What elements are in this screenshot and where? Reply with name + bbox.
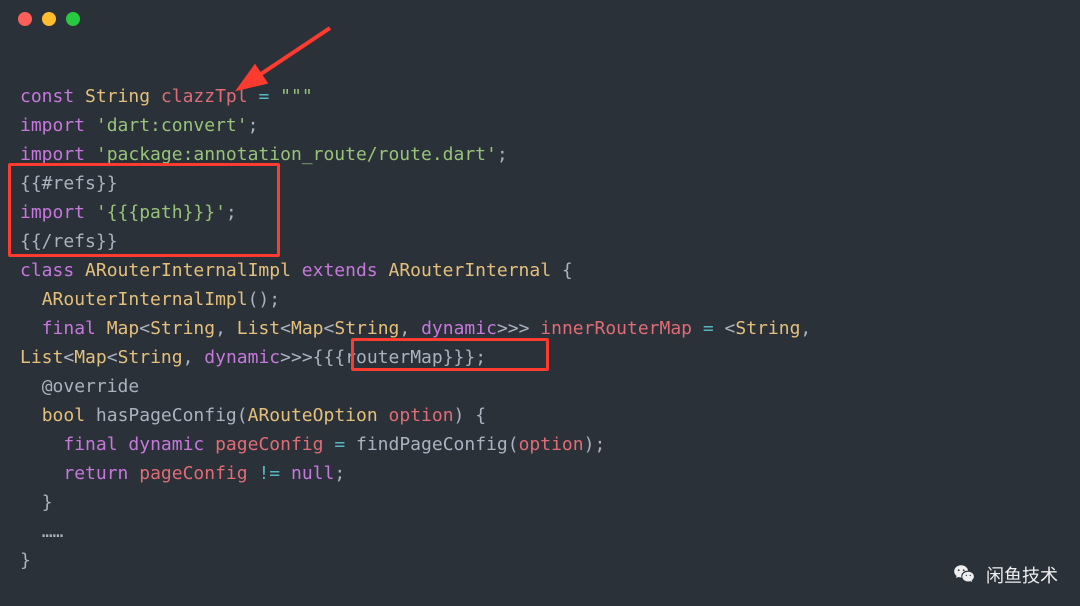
type: List <box>20 347 63 368</box>
template-tag: {{#refs}} <box>20 173 118 194</box>
minimize-icon[interactable] <box>42 12 56 26</box>
punct: ; <box>475 347 486 368</box>
punct: >>> <box>280 347 313 368</box>
punct: ( <box>508 434 519 455</box>
type: Map <box>291 318 324 339</box>
punct: < <box>139 318 150 339</box>
arg: option <box>519 434 584 455</box>
keyword: return <box>63 463 128 484</box>
wechat-icon <box>952 562 978 588</box>
punct: < <box>280 318 291 339</box>
template-tag: {{/refs}} <box>20 231 118 252</box>
keyword: null <box>291 463 334 484</box>
type: String <box>85 86 150 107</box>
keyword: import <box>20 115 85 136</box>
type: Map <box>107 318 140 339</box>
template-expr: {{{routerMap}}} <box>313 347 476 368</box>
punct: < <box>324 318 335 339</box>
type: String <box>735 318 800 339</box>
type: String <box>334 318 399 339</box>
keyword: import <box>20 144 85 165</box>
punct: ( <box>237 405 248 426</box>
brace: { <box>475 405 486 426</box>
type: String <box>118 347 183 368</box>
string: 'dart:convert' <box>96 115 248 136</box>
brace: } <box>42 492 53 513</box>
keyword: dynamic <box>204 347 280 368</box>
punct: ; <box>226 202 237 223</box>
window-controls <box>18 12 80 26</box>
annotation: @override <box>42 376 140 397</box>
constructor: ARouterInternalImpl <box>42 289 248 310</box>
type: ARouteOption <box>248 405 378 426</box>
type: Map <box>74 347 107 368</box>
operator: = <box>703 318 714 339</box>
punct: , <box>399 318 410 339</box>
code-editor[interactable]: const String clazzTpl = """ import 'dart… <box>20 82 1060 575</box>
punct: (); <box>248 289 281 310</box>
punct: ; <box>594 434 605 455</box>
type: ARouterInternalImpl <box>85 260 291 281</box>
string: 'package:annotation_route/route.dart' <box>96 144 497 165</box>
type: List <box>237 318 280 339</box>
watermark: 闲鱼技术 <box>952 562 1058 588</box>
punct: ; <box>497 144 508 165</box>
brace: { <box>562 260 573 281</box>
brace: } <box>20 550 31 571</box>
punct: < <box>725 318 736 339</box>
punct: , <box>183 347 194 368</box>
keyword: import <box>20 202 85 223</box>
type: ARouterInternal <box>388 260 551 281</box>
variable: clazzTpl <box>161 86 248 107</box>
string: """ <box>280 86 313 107</box>
maximize-icon[interactable] <box>66 12 80 26</box>
param: option <box>389 405 454 426</box>
close-icon[interactable] <box>18 12 32 26</box>
keyword: final <box>42 318 96 339</box>
variable: pageConfig <box>139 463 247 484</box>
punct: < <box>63 347 74 368</box>
type: bool <box>42 405 85 426</box>
variable: innerRouterMap <box>540 318 692 339</box>
variable: pageConfig <box>215 434 323 455</box>
keyword: const <box>20 86 74 107</box>
keyword: dynamic <box>421 318 497 339</box>
function: findPageConfig <box>356 434 508 455</box>
watermark-text: 闲鱼技术 <box>986 562 1058 588</box>
operator: = <box>334 434 345 455</box>
punct: , <box>800 318 811 339</box>
punct: < <box>107 347 118 368</box>
punct: ; <box>334 463 345 484</box>
keyword: class <box>20 260 74 281</box>
keyword: extends <box>302 260 378 281</box>
punct: ; <box>248 115 259 136</box>
keyword: final <box>63 434 117 455</box>
operator: = <box>258 86 269 107</box>
punct: ) <box>584 434 595 455</box>
keyword: dynamic <box>128 434 204 455</box>
function: hasPageConfig <box>96 405 237 426</box>
punct: >>> <box>497 318 530 339</box>
operator: != <box>258 463 280 484</box>
string: '{{{path}}}' <box>96 202 226 223</box>
punct: , <box>215 318 226 339</box>
ellipsis: …… <box>42 521 64 542</box>
type: String <box>150 318 215 339</box>
punct: ) <box>454 405 465 426</box>
